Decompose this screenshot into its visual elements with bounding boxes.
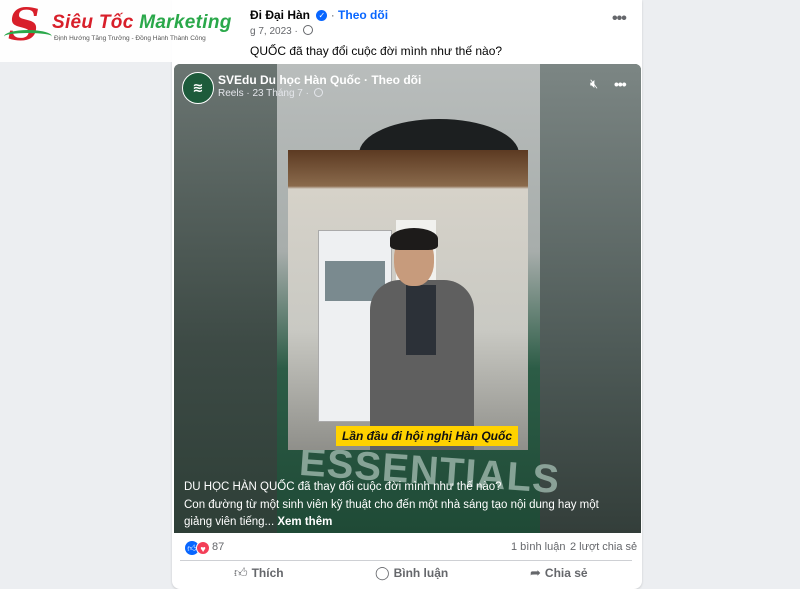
- reaction-count[interactable]: 87: [212, 541, 224, 553]
- inset-photo: Lần đầu đi hội nghị Hàn Quốc: [288, 150, 528, 450]
- share-arrow-icon: ➦: [530, 565, 541, 580]
- page-avatar[interactable]: ≋: [182, 72, 214, 104]
- like-button[interactable]: 👍︎ Thích: [234, 565, 284, 585]
- photo-caption: Lần đầu đi hội nghị Hàn Quốc: [336, 426, 518, 446]
- video-background-left: [174, 64, 277, 533]
- verified-badge-icon: ✓: [316, 10, 328, 21]
- globe-icon: [313, 88, 323, 97]
- video-caption-line: giảng viên tiếng... Xem thêm: [184, 516, 332, 528]
- video-more-icon[interactable]: •••: [614, 76, 627, 92]
- video-meta: Reels · 23 Tháng 7 ·: [218, 88, 323, 99]
- video-caption-title: DU HỌC HÀN QUỐC đã thay đổi cuộc đời mìn…: [184, 481, 502, 493]
- reel-video[interactable]: ESSENTIALS Lần đầu đi hội nghị Hàn Quốc …: [174, 64, 641, 533]
- brand-logo: S Siêu Tốc Marketing Định Hướng Tăng Trư…: [0, 0, 250, 62]
- person-hair: [390, 228, 438, 250]
- logo-name-part1: Siêu Tốc: [52, 12, 134, 33]
- comment-count[interactable]: 1 bình luận: [511, 541, 565, 553]
- post-text: QUỐC đã thay đổi cuộc đời mình như thế n…: [250, 44, 503, 58]
- video-page-name[interactable]: SVEdu Du học Hàn Quốc · Theo dõi: [218, 73, 421, 87]
- follow-link[interactable]: Theo dõi: [338, 8, 388, 22]
- share-button[interactable]: ➦ Chia sẻ: [530, 565, 588, 585]
- post-date-text[interactable]: g 7, 2023 ·: [250, 26, 298, 37]
- video-caption-line: Con đường từ một sinh viên kỹ thuật cho …: [184, 499, 599, 511]
- globe-icon: [302, 25, 313, 35]
- video-caption-end: giảng viên tiếng...: [184, 516, 275, 528]
- comment-button[interactable]: ◯ Bình luận: [375, 565, 448, 585]
- video-meta-text: Reels · 23 Tháng 7 ·: [218, 88, 309, 99]
- post-date[interactable]: g 7, 2023 ·: [250, 25, 313, 37]
- see-more-link[interactable]: Xem thêm: [277, 516, 332, 528]
- comment-label: Bình luận: [393, 566, 449, 580]
- logo-name-part2: Marketing: [139, 12, 232, 33]
- share-count[interactable]: 2 lượt chia sẻ: [570, 541, 637, 553]
- comment-bubble-icon: ◯: [375, 565, 390, 580]
- author-name[interactable]: Đi Đại Hàn: [250, 8, 310, 22]
- like-label: Thích: [251, 566, 284, 580]
- person-shirt: [406, 285, 436, 355]
- logo-swoosh-icon: [4, 30, 52, 43]
- share-label: Chia sẻ: [544, 566, 588, 580]
- love-reaction-icon: ♥: [196, 541, 210, 555]
- more-options-icon[interactable]: •••: [612, 10, 627, 28]
- thumbs-up-icon: 👍︎: [234, 565, 248, 580]
- actions-divider: [180, 560, 632, 561]
- logo-name: Siêu Tốc Marketing: [52, 12, 232, 34]
- speaker-muted-icon[interactable]: 🔇︎: [590, 76, 598, 92]
- post-header: Đi Đại Hàn ✓ · Theo dõi: [250, 8, 389, 22]
- logo-tagline: Định Hướng Tăng Trưởng - Đồng Hành Thành…: [54, 35, 206, 42]
